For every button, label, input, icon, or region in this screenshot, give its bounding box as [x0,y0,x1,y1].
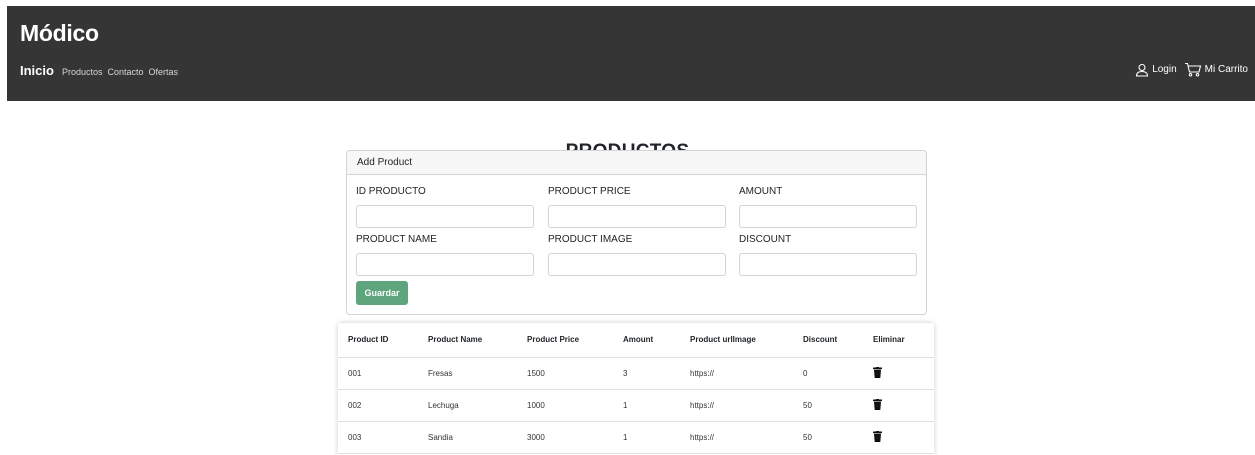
cell-product-id: 002 [338,389,418,422]
login-label: Login [1152,64,1177,75]
cell-product-urlimage: https:// [680,421,793,454]
cart-link[interactable]: Mi Carrito [1184,62,1248,77]
cart-icon [1184,62,1201,77]
cell-discount: 0 [793,357,863,390]
table-row: 002 Lechuga 1000 1 https:// 50 [338,389,934,422]
amount-input[interactable] [739,205,917,228]
field-product-price: PRODUCT PRICE [548,185,726,228]
cell-eliminar [863,357,934,390]
cell-product-id: 001 [338,357,418,390]
trash-icon[interactable] [873,430,882,444]
trash-icon[interactable] [873,398,882,412]
main-nav: Inicio Productos Contacto Ofertas [20,63,183,78]
amount-label: AMOUNT [739,186,783,197]
product-name-label: PRODUCT NAME [356,234,437,245]
cell-product-name: Fresas [418,357,517,390]
field-product-name: PRODUCT NAME [356,233,534,276]
cell-product-price: 3000 [517,421,613,454]
nav-item-contacto[interactable]: Contacto [107,67,143,77]
cell-amount: 1 [613,421,680,454]
cell-discount: 50 [793,389,863,422]
discount-label: DISCOUNT [739,234,792,245]
col-product-urlimage: Product urlImage [680,323,793,358]
product-name-input[interactable] [356,253,534,276]
cell-product-price: 1000 [517,389,613,422]
cell-product-price: 1500 [517,357,613,390]
add-product-card: Add Product ID PRODUCTO PRODUCT PRICE AM… [346,150,927,315]
col-product-price: Product Price [517,323,613,358]
cell-product-name: Sandia [418,421,517,454]
products-table: Product ID Product Name Product Price Am… [338,323,934,454]
col-product-id: Product ID [338,323,418,358]
save-button[interactable]: Guardar [356,281,408,305]
products-table-container: Product ID Product Name Product Price Am… [338,323,934,455]
brand-logo[interactable]: Módico [20,20,99,47]
user-icon [1136,63,1149,77]
nav-item-productos[interactable]: Productos [62,67,103,77]
col-amount: Amount [613,323,680,358]
col-product-name: Product Name [418,323,517,358]
nav-item-inicio[interactable]: Inicio [20,63,54,78]
cell-product-urlimage: https:// [680,357,793,390]
field-product-image: PRODUCT IMAGE [548,233,726,276]
product-image-label: PRODUCT IMAGE [548,234,633,245]
cell-amount: 1 [613,389,680,422]
product-image-input[interactable] [548,253,726,276]
nav-item-ofertas[interactable]: Ofertas [149,67,179,77]
table-row: 001 Fresas 1500 3 https:// 0 [338,357,934,390]
cell-product-id: 003 [338,421,418,454]
col-discount: Discount [793,323,863,358]
id-producto-label: ID PRODUCTO [356,186,426,197]
cell-product-urlimage: https:// [680,389,793,422]
field-amount: AMOUNT [739,185,917,228]
table-header-row: Product ID Product Name Product Price Am… [338,323,934,358]
login-link[interactable]: Login [1135,63,1177,77]
field-discount: DISCOUNT [739,233,917,276]
table-row: 003 Sandia 3000 1 https:// 50 [338,421,934,454]
cell-discount: 50 [793,421,863,454]
navbar: Módico Inicio Productos Contacto Ofertas… [7,6,1255,101]
user-nav: Login Mi Carrito [1128,62,1248,77]
card-header: Add Product [347,151,926,175]
product-price-label: PRODUCT PRICE [548,186,631,197]
field-id-producto: ID PRODUCTO [356,185,534,228]
trash-icon[interactable] [873,366,882,380]
cell-eliminar [863,389,934,422]
discount-input[interactable] [739,253,917,276]
cell-amount: 3 [613,357,680,390]
cart-label: Mi Carrito [1204,64,1248,75]
id-producto-input[interactable] [356,205,534,228]
product-price-input[interactable] [548,205,726,228]
cell-product-name: Lechuga [418,389,517,422]
cell-eliminar [863,421,934,454]
col-eliminar: Eliminar [863,323,934,358]
